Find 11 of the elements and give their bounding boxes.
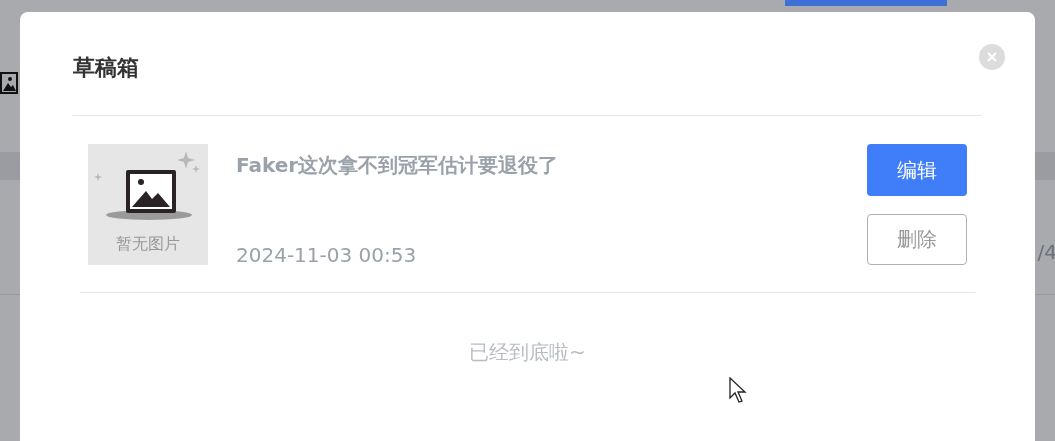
dialog-title: 草稿箱 xyxy=(73,54,139,82)
thumbnail-caption: 暂无图片 xyxy=(116,234,180,255)
mouse-pointer-icon xyxy=(729,377,749,405)
delete-button[interactable]: 删除 xyxy=(867,214,967,265)
edit-button[interactable]: 编辑 xyxy=(867,144,967,196)
text-fragment: /4 xyxy=(1037,240,1055,264)
draft-title[interactable]: Faker这次拿不到冠军估计要退役了 xyxy=(236,152,867,179)
close-icon[interactable] xyxy=(979,44,1005,70)
image-icon xyxy=(0,72,18,94)
draft-date: 2024-11-03 00:53 xyxy=(236,243,418,267)
end-of-list-message: 已经到底啦~ xyxy=(468,339,587,366)
